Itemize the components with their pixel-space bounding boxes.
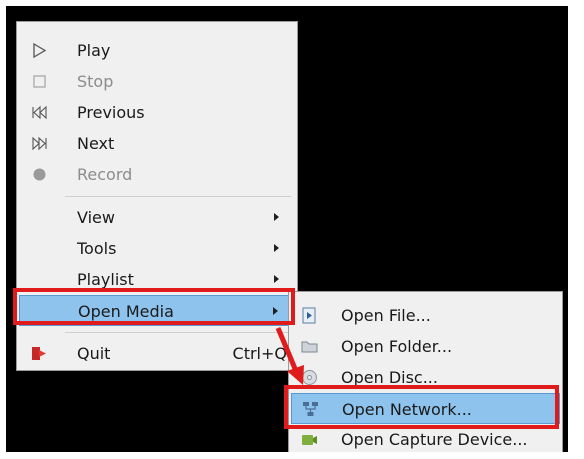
open-media-submenu: Open File... Open Folder... Open Disc...…: [288, 291, 563, 452]
menu-item-stop[interactable]: Stop: [19, 66, 295, 97]
submenu-item-label: Open Disc...: [341, 368, 438, 387]
video-area-background: Play Stop Previous Next Record View Tool…: [6, 6, 568, 452]
menu-separator: [65, 196, 291, 197]
menu-item-label: View: [77, 208, 115, 227]
menu-item-record[interactable]: Record: [19, 159, 295, 190]
network-icon: [303, 402, 318, 416]
submenu-item-open-disc[interactable]: Open Disc...: [291, 362, 560, 393]
menu-item-next[interactable]: Next: [19, 128, 295, 159]
menu-item-label: Tools: [77, 239, 117, 258]
submenu-item-open-file[interactable]: Open File...: [291, 300, 560, 331]
capture-device-icon: [302, 435, 317, 445]
play-icon: [33, 42, 47, 59]
menu-item-label: Play: [77, 41, 111, 60]
shortcut-label: Ctrl+Q: [232, 344, 287, 363]
menu-item-label: Quit: [77, 344, 111, 363]
menu-item-play[interactable]: Play: [19, 35, 295, 66]
submenu-item-label: Open File...: [341, 306, 431, 325]
menu-item-previous[interactable]: Previous: [19, 97, 295, 128]
menu-item-label: Stop: [77, 72, 114, 91]
menu-item-quit[interactable]: Quit Ctrl+Q: [19, 338, 295, 369]
submenu-arrow-icon: [274, 275, 279, 283]
menu-item-view[interactable]: View: [19, 202, 295, 233]
record-icon: [33, 168, 46, 181]
submenu-item-label: Open Capture Device...: [341, 430, 528, 449]
menu-item-label: Playlist: [77, 270, 134, 289]
submenu-arrow-icon: [273, 307, 278, 315]
folder-icon: [301, 341, 318, 353]
submenu-item-open-capture-device[interactable]: Open Capture Device...: [291, 424, 560, 452]
previous-icon: [32, 105, 47, 120]
submenu-item-open-network[interactable]: Open Network...: [291, 393, 560, 424]
submenu-item-open-folder[interactable]: Open Folder...: [291, 331, 560, 362]
menu-item-label: Next: [77, 134, 115, 153]
menu-item-playlist[interactable]: Playlist: [19, 264, 295, 295]
menu-item-label: Open Media: [78, 302, 174, 321]
menu-item-label: Previous: [77, 103, 145, 122]
context-menu: Play Stop Previous Next Record View Tool…: [16, 21, 298, 371]
submenu-arrow-icon: [274, 244, 279, 252]
stop-icon: [33, 75, 46, 88]
submenu-arrow-icon: [274, 213, 279, 221]
quit-icon: [32, 347, 46, 360]
submenu-item-label: Open Folder...: [341, 337, 453, 356]
submenu-item-label: Open Network...: [342, 400, 472, 419]
next-icon: [32, 136, 47, 151]
menu-item-open-media[interactable]: Open Media: [19, 295, 295, 326]
file-icon: [302, 307, 316, 324]
menu-separator: [65, 332, 291, 333]
menu-item-tools[interactable]: Tools: [19, 233, 295, 264]
menu-item-label: Record: [77, 165, 133, 184]
disc-icon: [302, 370, 317, 385]
